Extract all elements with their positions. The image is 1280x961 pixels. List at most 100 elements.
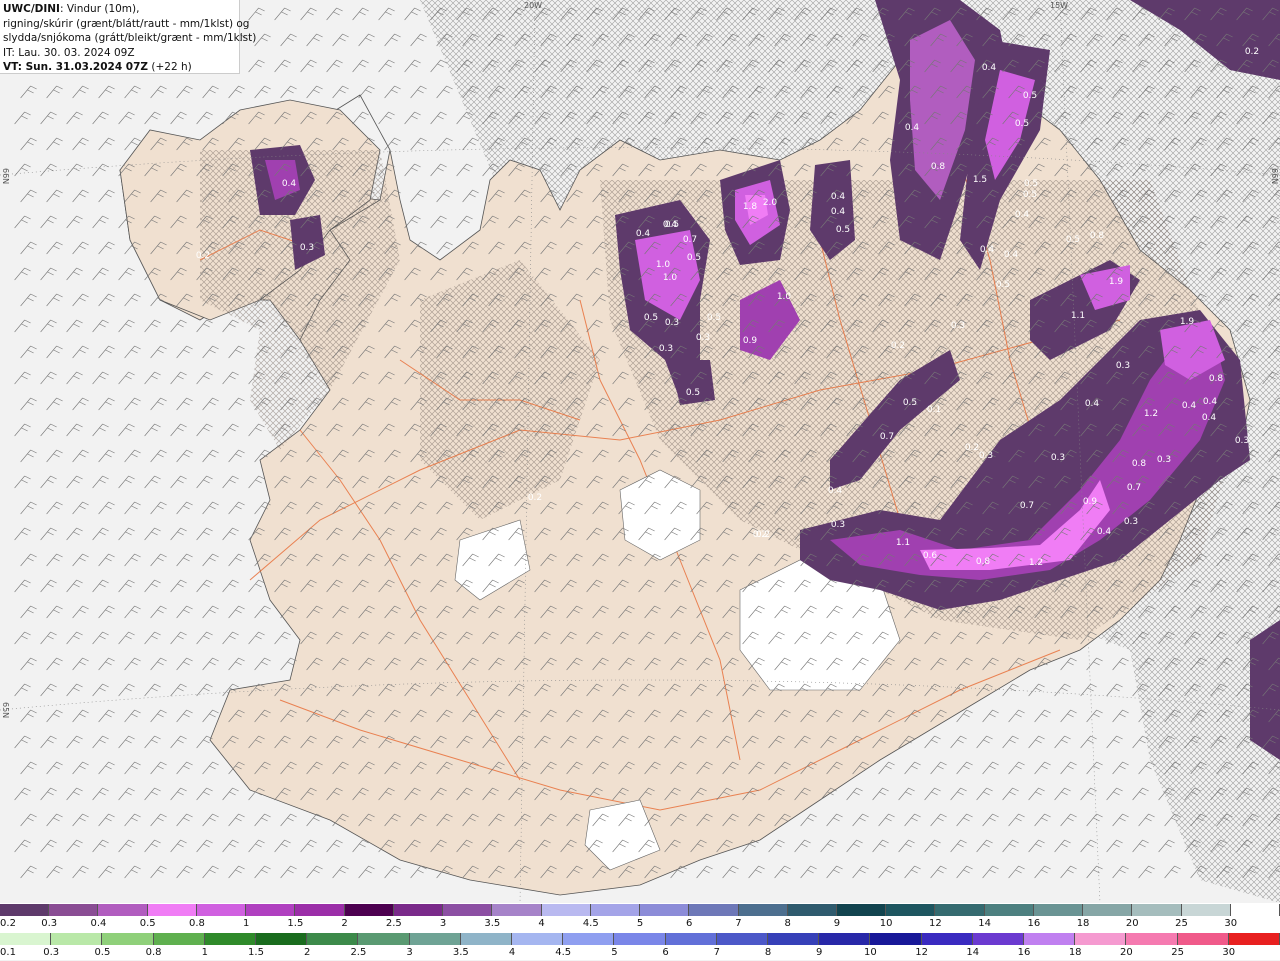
legend-label: 14 [978,918,991,929]
color-legend: 0.2 0.3 0.4 0.5 0.8 1 1.5 2 2.5 3 3.5 4 4.5 5 6 7 8 9 10 12… [0,903,1280,960]
precip-value-label: 2.0 [762,198,778,208]
precip-value-label: 0.5 [835,225,851,235]
legend-swatch [0,933,52,945]
precip-value-label: 0.6 [922,551,938,561]
precip-value-label: 0.5 [686,253,702,263]
precip-value-label: 0.5 [643,313,659,323]
legend-swatch [1132,904,1182,916]
legend-label: 9 [816,947,823,958]
legend-swatch [1126,933,1178,945]
legend-label: 4 [508,947,516,958]
precip-value-label: 1.0 [655,260,671,270]
grid-label-66n-left: 66N [1,168,10,185]
legend-swatch [563,933,615,945]
rain-colorbar [0,933,1280,945]
legend-label: 6 [686,918,693,929]
legend-swatch [102,933,154,945]
legend-label: 7 [713,947,720,958]
grid-label-15w: 15W [1050,1,1069,10]
legend-swatch [1075,933,1127,945]
precip-value-label: 0.7 [1126,483,1142,493]
legend-swatch [590,904,641,916]
precip-value-label: 0.4 [979,245,995,255]
legend-swatch [614,933,666,945]
precip-value-label: 0.5 [995,280,1011,290]
precip-value-label: 0.2 [1244,47,1260,57]
legend-label: 0.8 [145,947,162,958]
legend-swatch [541,904,591,916]
precip-value-label: 0.7 [879,432,895,442]
legend-swatch [689,904,739,916]
precip-value-label: 0.8 [930,162,946,172]
legend-swatch [393,904,444,916]
legend-label: 12 [915,947,928,958]
legend-label: 25 [1171,947,1184,958]
legend-label: 2.5 [385,918,402,929]
legend-label: 2 [341,918,348,929]
grid-label-65n: 65N [1,702,10,719]
legend-label: 0.3 [41,918,58,929]
legend-swatch [921,933,973,945]
precip-value-label: 0.8 [1208,374,1224,384]
legend-label: 4.5 [555,947,572,958]
precip-value-label: 1.0 [776,292,792,302]
title-variable: : Vindur (10m), [59,3,140,15]
legend-label: 2.5 [350,947,367,958]
legend-label: 4.5 [582,918,599,929]
legend-label: 0.4 [90,918,107,929]
precip-value-label: 0.4 [1096,527,1112,537]
issue-time: IT: Lau. 30. 03. 2024 09Z [3,46,135,59]
legend-swatch [819,933,871,945]
precip-value-label: 0.3 [695,333,711,343]
legend-swatch [409,933,461,945]
valid-time-line: VT: Sun. 31.03.2024 07Z (+22 h) [3,60,236,75]
legend-swatch [443,904,493,916]
legend-swatch [460,933,513,945]
legend-label: 0.5 [94,947,111,958]
precip-value-label: 0.1 [926,405,942,415]
legend-swatch [870,933,922,945]
precip-value-label: 0.4 [1003,250,1019,260]
legend-label: 4 [538,918,545,929]
legend-swatch [344,904,394,916]
legend-swatch [358,933,410,945]
precip-value-label: 0.3 [664,318,680,328]
precip-value-label: 0.3 [830,520,846,530]
legend-swatch [836,904,887,916]
title-line-3: slydda/snjókoma (grátt/bleikt/grænt - mm… [3,32,257,44]
legend-label: 9 [833,918,841,929]
legend-label: 3.5 [452,947,469,958]
legend-swatch [984,904,1034,916]
forecast-map [0,0,1280,903]
legend-label: 10 [879,918,893,929]
legend-label: 7 [735,918,742,929]
legend-label: 5 [611,947,618,958]
legend-swatch [295,904,345,916]
legend-label: 16 [1017,947,1031,958]
legend-swatch [1181,904,1231,916]
grid-label-66n-right: 66N [1270,168,1279,185]
legend-label: 3.5 [484,918,501,929]
legend-label: 2 [304,947,311,958]
precip-value-label: 1.9 [1179,317,1195,327]
legend-swatch [665,933,717,945]
legend-label: 1 [201,947,208,958]
precip-value-label: 0.3 [978,451,994,461]
valid-time: VT: Sun. 31.03.2024 07Z [3,61,149,73]
map-title-box: UWC/DINI: Vindur (10m), rigning/skúrir (… [0,0,257,75]
precip-value-label: 0.3 [950,321,966,331]
legend-label: 1 [242,918,250,929]
legend-label: 0.5 [139,918,156,929]
precip-value-label: 0.5 [664,220,680,230]
precip-value-label: 0.4 [1014,210,1030,220]
legend-swatch [98,904,148,916]
precip-value-label: 0.5 [1022,91,1038,101]
precip-value-label: 0.3 [1050,453,1066,463]
legend-label: 1.5 [248,947,264,958]
precip-value-label: 1.5 [972,175,988,185]
legend-label: 0.2 [0,918,16,929]
snow-colorbar [0,904,1280,916]
title-line-2: rigning/skúrir (grænt/blátt/rautt - mm/1… [3,17,250,30]
legend-swatch [307,933,359,945]
legend-swatch [1177,933,1229,945]
